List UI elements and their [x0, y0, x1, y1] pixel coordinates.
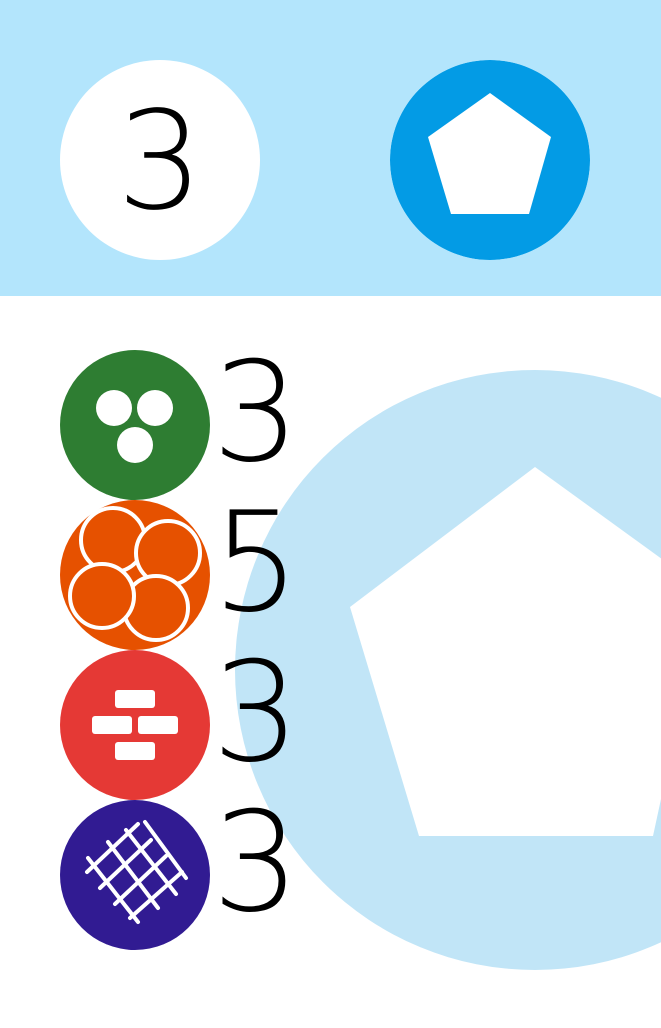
card-header: 3: [0, 0, 661, 296]
game-card: 3 3 5 3 3: [0, 0, 661, 1028]
pentagon-icon: [390, 60, 590, 260]
cost-value: 3: [116, 83, 204, 241]
requirement-row: 3: [60, 794, 320, 950]
requirement-count: 3: [212, 332, 300, 493]
bricks-icon: [60, 650, 210, 800]
requirement-row: 3: [60, 344, 320, 500]
three-dots-icon: [60, 350, 210, 500]
four-petal-icon: [60, 500, 210, 650]
requirement-count: 3: [212, 632, 300, 793]
requirement-count: 3: [212, 782, 300, 943]
crosshatch-icon: [60, 800, 210, 950]
requirement-count: 5: [212, 482, 300, 643]
requirement-row: 3: [60, 644, 320, 800]
requirement-row: 5: [60, 494, 320, 650]
cost-badge: 3: [60, 60, 260, 260]
